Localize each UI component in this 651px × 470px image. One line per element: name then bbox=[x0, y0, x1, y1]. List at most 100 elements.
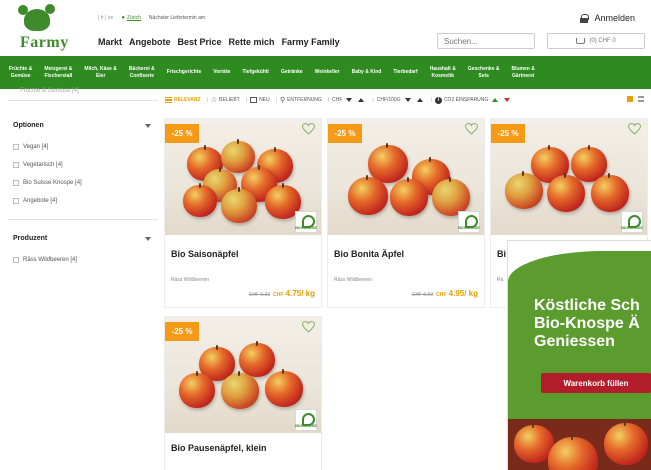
old-price: CHF 6.60 bbox=[411, 292, 434, 298]
nav-rette-mich[interactable]: Rette mich bbox=[229, 37, 275, 47]
filter-label: Bio Suisse Knospe [4] bbox=[23, 180, 82, 186]
sort-new[interactable]: NEU bbox=[250, 97, 270, 103]
product-card[interactable]: -25 % BIOSUISSE Bio Bonita Äpfel Räss Wi… bbox=[327, 118, 485, 308]
filter-sidebar: Früchte & Gemüse [4] Optionen Vegan [4] … bbox=[0, 88, 162, 470]
discount-badge: -25 % bbox=[165, 124, 199, 143]
logo-text: Farmy bbox=[20, 34, 69, 51]
category-baby[interactable]: Baby & Kind bbox=[352, 69, 382, 76]
promo-image bbox=[508, 419, 651, 470]
heart-icon[interactable] bbox=[302, 123, 315, 135]
category-drinks[interactable]: Getränke bbox=[281, 69, 303, 76]
pin-icon: ⚲ bbox=[279, 97, 286, 104]
nav-farmy-family[interactable]: Farmy Family bbox=[282, 37, 340, 47]
checkbox[interactable] bbox=[13, 180, 19, 186]
farmy-logo[interactable]: Farmy bbox=[14, 4, 68, 55]
sort-popular[interactable]: ☆ BELIEBT bbox=[211, 96, 240, 104]
checkbox[interactable] bbox=[13, 198, 19, 204]
category-fresh-meals[interactable]: Frischgerichte bbox=[167, 69, 201, 76]
language-switcher[interactable]: | fr | en bbox=[98, 15, 113, 21]
login-label: Anmelden bbox=[594, 13, 635, 23]
sort-desc-icon[interactable] bbox=[504, 98, 511, 102]
sort-asc-icon[interactable] bbox=[492, 98, 499, 102]
location-link[interactable]: Zürich bbox=[127, 15, 141, 21]
sort-chf[interactable]: CHF bbox=[332, 97, 366, 103]
filter-raess-wildbeeren[interactable]: Räss Wildbeeren [4] bbox=[13, 257, 77, 263]
promo-banner[interactable]: Köstliche Sch Bio-Knospe Ä Geniessen War… bbox=[507, 240, 651, 470]
grid-view-icon[interactable] bbox=[627, 96, 633, 102]
category-gifts[interactable]: Geschenke & Sets bbox=[468, 66, 500, 80]
nav-angebote[interactable]: Angebote bbox=[129, 37, 171, 47]
heart-icon[interactable] bbox=[465, 123, 478, 135]
category-pantry[interactable]: Vorräte bbox=[213, 69, 230, 76]
product-name[interactable]: Bio Bonita Äpfel bbox=[334, 249, 404, 259]
bio-knospe-icon: BIOSUISSE bbox=[458, 211, 480, 233]
new-price: CHF 4.95/ kg bbox=[436, 289, 478, 298]
category-butcher[interactable]: Metzgerei & Fischerstall bbox=[44, 66, 72, 80]
category-household[interactable]: Haushalt & Kosmetik bbox=[430, 66, 456, 80]
product-price: CHF 6.33 CHF 4.75/ kg bbox=[249, 289, 315, 298]
apple bbox=[604, 421, 648, 465]
category-fruits-vegetables[interactable]: Früchte & Gemüse bbox=[9, 66, 32, 80]
filter-producer-title[interactable]: Produzent bbox=[13, 235, 47, 242]
product-producer[interactable]: Rä bbox=[497, 277, 503, 283]
product-name[interactable]: Bio Saisonäpfel bbox=[171, 249, 239, 259]
filter-offers[interactable]: Angebote [4] bbox=[13, 198, 57, 204]
star-icon: ☆ bbox=[210, 97, 218, 104]
filter-bio-suisse[interactable]: Bio Suisse Knospe [4] bbox=[13, 180, 82, 186]
sort-relevance[interactable]: RELEVANZ bbox=[165, 97, 201, 103]
discount-badge: -25 % bbox=[165, 322, 199, 341]
category-pets[interactable]: Tierbedarf bbox=[393, 69, 417, 76]
sort-asc-icon[interactable] bbox=[416, 98, 423, 102]
checkbox[interactable] bbox=[13, 144, 19, 150]
header: Farmy | fr | en ● Zürich Nächster Liefer… bbox=[0, 0, 651, 56]
heart-icon[interactable] bbox=[302, 321, 315, 333]
sort-co2[interactable]: i CO2 EINSPARUNG bbox=[434, 96, 512, 104]
category-flowers[interactable]: Blumen & Gärtnerei bbox=[512, 66, 535, 80]
apple bbox=[265, 369, 303, 407]
product-card[interactable]: -25 % BIOSUISSE Bio Pausenäpfel, klein bbox=[164, 316, 322, 470]
nav-markt[interactable]: Markt bbox=[98, 37, 122, 47]
filter-label: Räss Wildbeeren [4] bbox=[23, 257, 78, 263]
filter-vegetarian[interactable]: Vegetarisch [4] bbox=[13, 162, 63, 168]
sort-desc-icon[interactable] bbox=[346, 98, 353, 102]
product-card[interactable]: -25 % BIOSUISSE Bio Saisonäpfel Räss Wil… bbox=[164, 118, 322, 308]
heart-icon[interactable] bbox=[628, 123, 641, 135]
apple bbox=[221, 187, 257, 223]
product-producer[interactable]: Räss Wildbeeren bbox=[171, 277, 209, 283]
apple bbox=[221, 371, 259, 409]
promo-title: Köstliche Sch Bio-Knospe Ä Geniessen bbox=[534, 297, 640, 350]
category-bakery[interactable]: Bäckerei & Confiserie bbox=[129, 66, 155, 80]
fill-cart-button[interactable]: Warenkorb füllen bbox=[541, 373, 651, 393]
bio-knospe-icon: BIOSUISSE bbox=[621, 211, 643, 233]
filter-vegan[interactable]: Vegan [4] bbox=[13, 144, 48, 150]
category-bar: Früchte & Gemüse Metzgerei & Fischerstal… bbox=[0, 56, 651, 89]
login-link[interactable]: Anmelden bbox=[580, 13, 635, 23]
product-name[interactable]: Bio Pausenäpfel, klein bbox=[171, 443, 267, 453]
category-dairy[interactable]: Milch, Käse & Eier bbox=[84, 66, 117, 80]
sort-chf-100g[interactable]: CHF/100G bbox=[377, 97, 425, 103]
cart-button[interactable]: (0) CHF 0 bbox=[547, 33, 645, 49]
apple bbox=[591, 173, 629, 212]
product-producer[interactable]: Räss Wildbeeren bbox=[334, 277, 372, 283]
sort-bar: RELEVANZ | ☆ BELIEBT | NEU | ⚲ ENTFERNUN… bbox=[165, 94, 645, 106]
apple bbox=[183, 183, 217, 217]
chevron-down-icon[interactable] bbox=[145, 237, 151, 241]
search-input[interactable] bbox=[437, 33, 535, 49]
checkbox[interactable] bbox=[13, 257, 19, 263]
list-view-icon[interactable] bbox=[638, 96, 644, 102]
category-wine[interactable]: Weinkeller bbox=[315, 69, 340, 76]
category-frozen[interactable]: Tiefgekühlt bbox=[242, 69, 269, 76]
product-name[interactable]: Bi bbox=[497, 249, 506, 259]
nav-best-price[interactable]: Best Price bbox=[178, 37, 222, 47]
sort-asc-icon[interactable] bbox=[358, 98, 365, 102]
discount-badge: -25 % bbox=[328, 124, 362, 143]
old-price: CHF 6.33 bbox=[248, 292, 271, 298]
bio-knospe-icon: BIOSUISSE bbox=[295, 409, 317, 431]
chevron-down-icon[interactable] bbox=[145, 124, 151, 128]
apple bbox=[505, 171, 543, 209]
filter-category-cut[interactable]: Früchte & Gemüse [4] bbox=[20, 88, 79, 94]
sort-distance[interactable]: ⚲ ENTFERNUNG bbox=[280, 96, 322, 104]
checkbox[interactable] bbox=[13, 162, 19, 168]
sort-desc-icon[interactable] bbox=[404, 98, 411, 102]
filter-options-title[interactable]: Optionen bbox=[13, 122, 44, 129]
